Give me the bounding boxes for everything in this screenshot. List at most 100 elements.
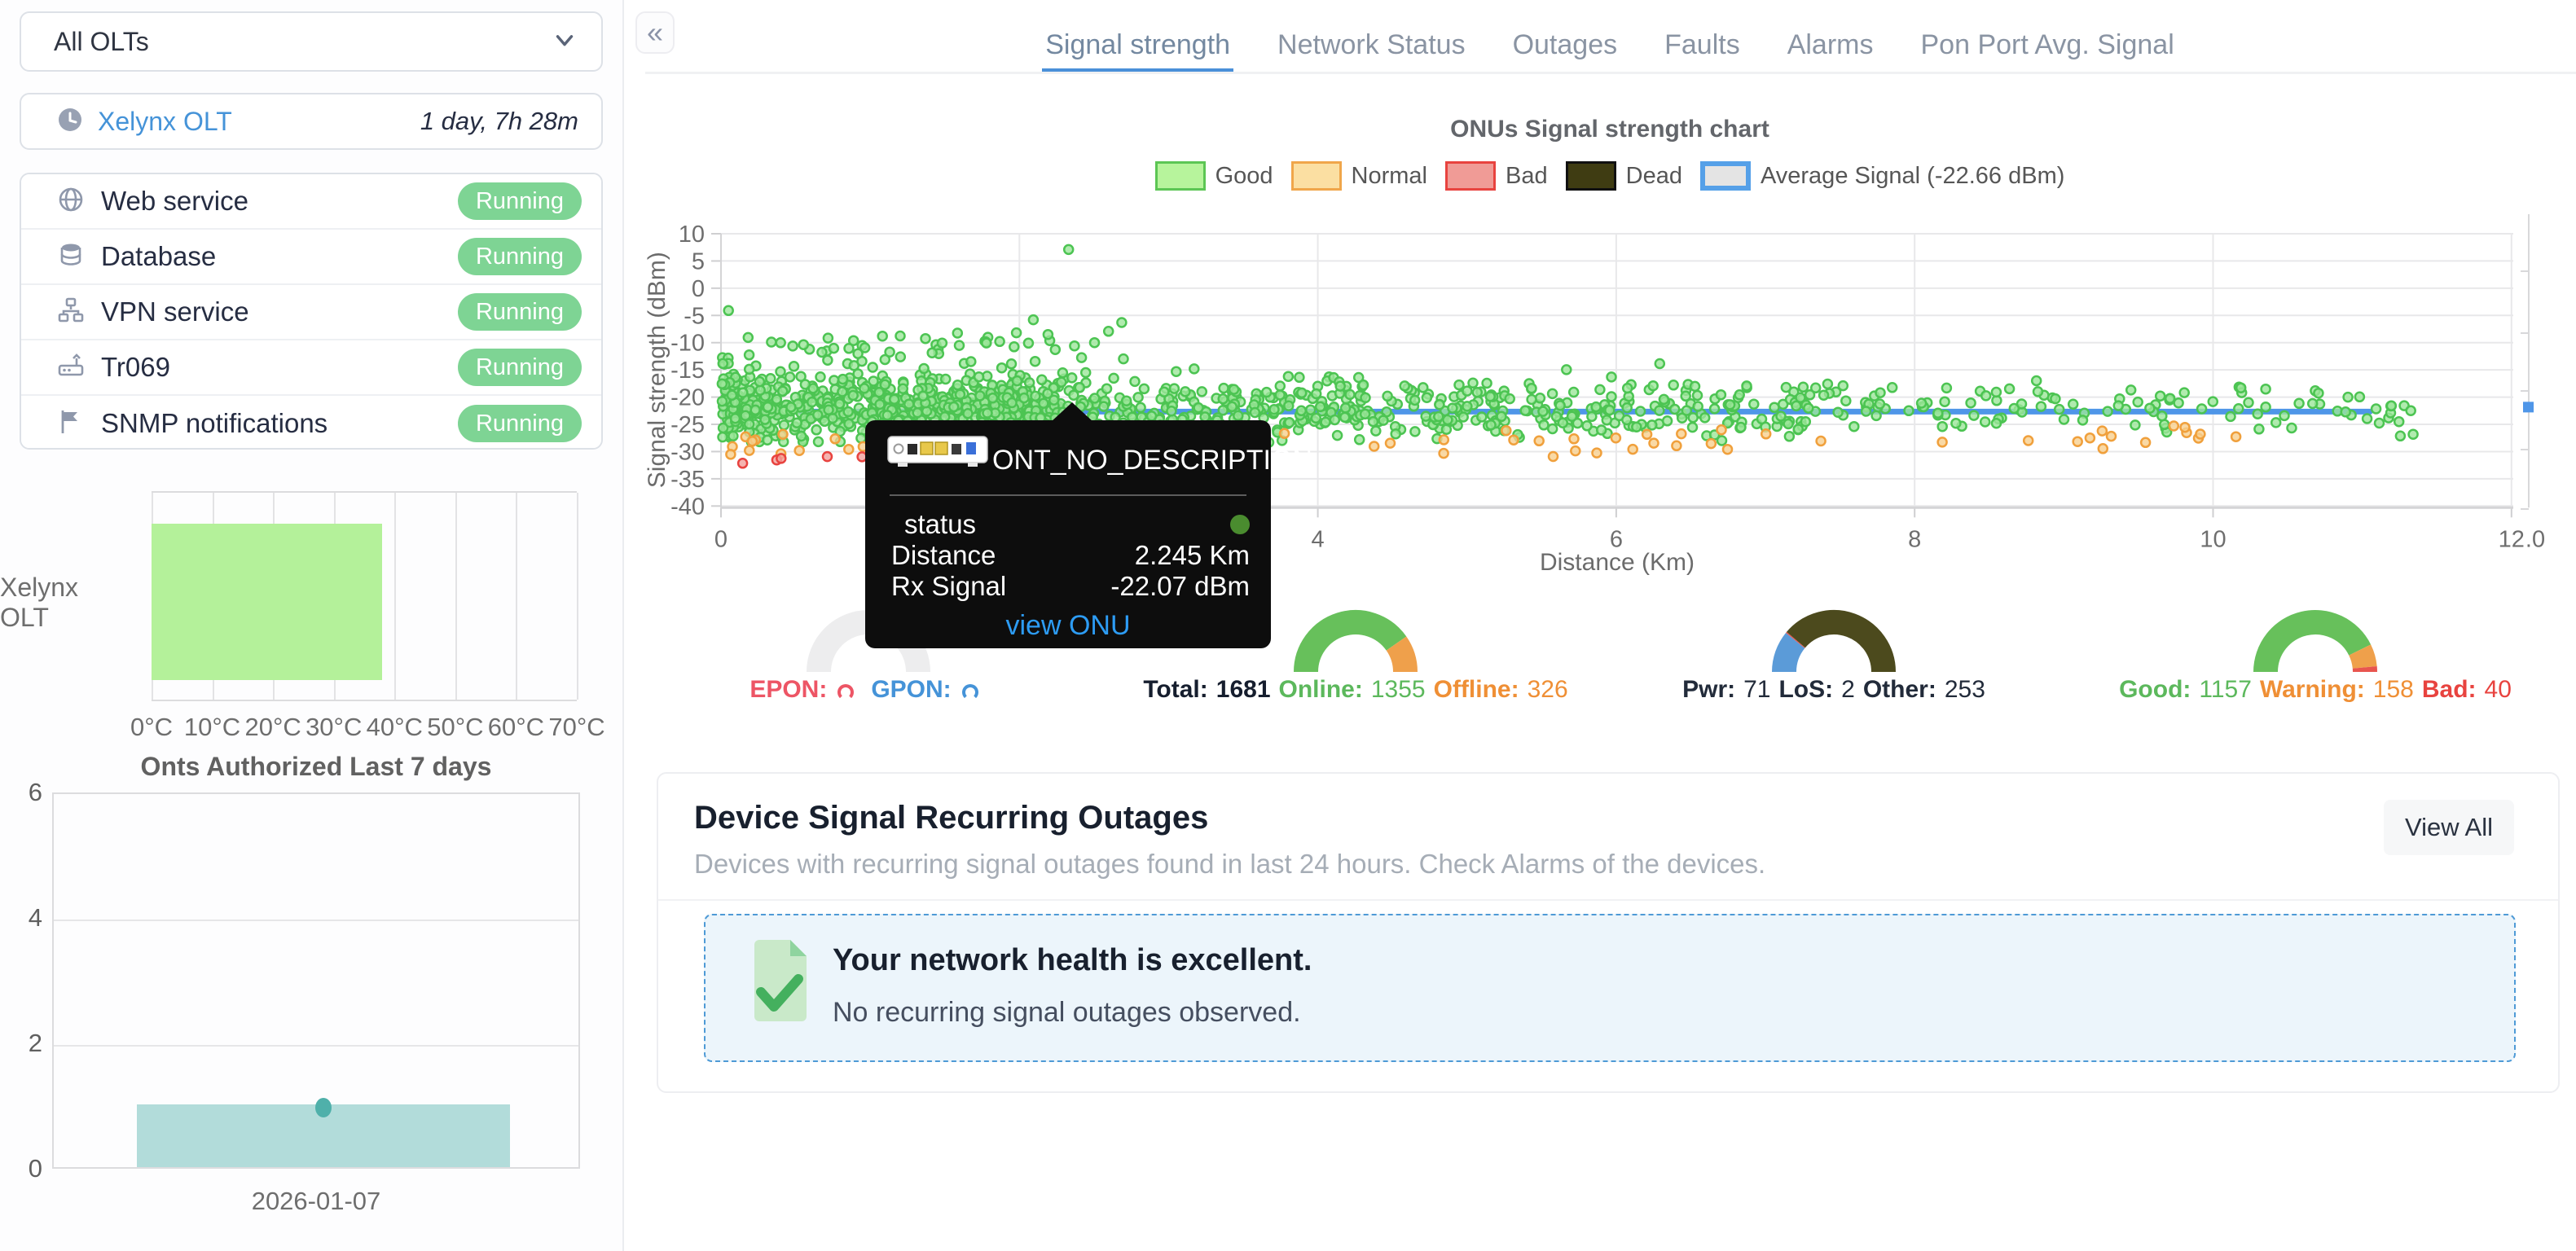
olt-name-link[interactable]: Xelynx OLT	[98, 107, 420, 137]
outages-section-title: Device Signal Recurring Outages	[694, 800, 1208, 836]
gauge-caption-part: 2	[1841, 676, 1855, 703]
onts-gridline	[54, 1045, 578, 1047]
onts-chart-title: Onts Authorized Last 7 days	[52, 752, 580, 782]
gauge-caption-part: Other:	[1863, 676, 1936, 703]
service-row-tr069: Tr069Running	[21, 340, 601, 396]
temp-gridline	[455, 493, 457, 700]
gauge-onu-totals	[1306, 622, 1405, 672]
onts-x-label: 2026-01-07	[52, 1187, 580, 1216]
tab-pon-port-avg-signal[interactable]: Pon Port Avg. Signal	[1921, 16, 2174, 73]
olt-select-dropdown[interactable]: All OLTs	[20, 11, 603, 72]
loading-spinner-icon	[962, 684, 978, 700]
service-row-web-service: Web serviceRunning	[21, 174, 601, 230]
scatter-x-tick: 10	[2200, 526, 2226, 552]
gauge-caption-part: Bad:	[2422, 676, 2477, 703]
recurring-outages-card: Device Signal Recurring Outages Devices …	[657, 772, 2560, 1093]
gauge-caption-part: 1681	[1216, 676, 1271, 703]
service-label: SNMP notifications	[101, 408, 458, 439]
legend-swatch	[1291, 161, 1342, 191]
legend-item[interactable]: Good	[1155, 161, 1273, 191]
tooltip-row-rx-signal: Rx Signal-22.07 dBm	[886, 571, 1250, 602]
legend-label: Average Signal (-22.66 dBm)	[1761, 163, 2064, 190]
legend-swatch	[1700, 161, 1751, 191]
tab-bar: Signal strength Network Status Outages Faul…	[644, 16, 2576, 73]
gauge-segment-Pwr	[1784, 640, 1796, 672]
scatter-y-tick: -10	[670, 331, 705, 357]
temp-gridline	[577, 493, 578, 700]
tooltip-row-label: status	[904, 509, 976, 540]
gauge-segment-Online	[1306, 622, 1396, 672]
temp-bar	[152, 524, 382, 680]
scatter-y-tick: 0	[692, 276, 705, 302]
clock-icon	[57, 107, 83, 137]
service-row-database: DatabaseRunning	[21, 230, 601, 285]
scatter-y-tick: 10	[679, 222, 705, 248]
onu-tooltip: ONT_NO_DESCRIPTION statusDistance2.245 K…	[865, 420, 1271, 648]
gauge-caption-part: Online:	[1279, 676, 1363, 703]
legend-label: Dead	[1626, 163, 1682, 190]
scatter-y-tick: -20	[670, 385, 705, 411]
temp-plot-area	[152, 491, 577, 701]
gauge-segment-Other	[1796, 622, 1884, 672]
scatter-y-tick: -30	[670, 439, 705, 465]
tab-network-status[interactable]: Network Status	[1277, 16, 1466, 73]
chevron-down-icon	[551, 26, 578, 58]
tab-alarms[interactable]: Alarms	[1787, 16, 1874, 73]
gauge-caption-part: Warning:	[2260, 676, 2365, 703]
legend-item[interactable]: Dead	[1566, 161, 1682, 191]
legend-label: Good	[1215, 163, 1273, 190]
scatter-x-tick: 0	[714, 526, 728, 552]
loading-spinner-icon	[837, 684, 854, 700]
service-status-badge: Running	[458, 182, 582, 220]
router-icon	[57, 352, 85, 384]
service-label: Tr069	[101, 352, 458, 383]
health-text: No recurring signal outages observed.	[833, 997, 1301, 1029]
gauge-caption-pon-loading: EPON:GPON:	[608, 676, 1129, 704]
gauge-offline-reasons	[1784, 622, 1884, 672]
database-icon	[57, 241, 85, 273]
onts-authorized-chart: Onts Authorized Last 7 days 6420 2026-01…	[0, 737, 624, 1226]
tooltip-row-status: status	[886, 509, 1250, 540]
scatter-y-axis-title: Signal strength (dBm)	[644, 252, 670, 488]
gauge-caption-part: GPON:	[871, 676, 951, 703]
onu-device-image	[886, 433, 992, 473]
tooltip-row-distance: Distance2.245 Km	[886, 540, 1250, 571]
scatter-x-axis-title: Distance (Km)	[1540, 549, 1695, 576]
onts-y-tick: 2	[7, 1029, 42, 1058]
scatter-y-tick: -5	[684, 303, 705, 329]
tooltip-row-label: Distance	[891, 540, 996, 571]
tooltip-onu-title: ONT_NO_DESCRIPTION	[992, 445, 1312, 476]
onts-y-tick: 4	[7, 903, 42, 933]
legend-item[interactable]: Average Signal (-22.66 dBm)	[1700, 161, 2064, 191]
tooltip-row-value: 2.245 Km	[996, 540, 1250, 571]
view-all-button[interactable]: View All	[2384, 800, 2514, 855]
tab-signal-strength[interactable]: Signal strength	[1045, 16, 1230, 73]
scatter-y-tick: -15	[670, 358, 705, 384]
scatter-y-tick: 5	[692, 248, 705, 274]
tooltip-row-label: Rx Signal	[891, 571, 1006, 602]
olt-select-value: All OLTs	[54, 27, 551, 57]
gauge-signal-quality	[2266, 622, 2365, 672]
gauge-caption-part: 253	[1945, 676, 1985, 703]
outages-header-divider	[658, 899, 2558, 901]
gauge-caption-offline-reasons: Pwr:71LoS:2Other:253	[1573, 676, 2095, 704]
next-panel-x-tick: .0	[2525, 526, 2545, 552]
scatter-points-good	[718, 245, 2418, 447]
service-label: Web service	[101, 186, 458, 217]
service-status-badge: Running	[458, 349, 582, 386]
olt-temperature-chart: Xelynx OLT 0°C10°C20°C30°C40°C50°C60°C70…	[0, 468, 624, 737]
service-status-badge: Running	[458, 238, 582, 275]
tab-outages[interactable]: Outages	[1513, 16, 1618, 73]
outages-section-subtitle: Devices with recurring signal outages fo…	[694, 849, 1765, 880]
gauge-caption-part: LoS:	[1778, 676, 1833, 703]
service-status-badge: Running	[458, 405, 582, 442]
legend-item[interactable]: Normal	[1291, 161, 1427, 191]
legend-item[interactable]: Bad	[1445, 161, 1548, 191]
gauge-caption-part: 40	[2485, 676, 2512, 703]
sidebar: All OLTs Xelynx OLT 1 day, 7h 28m Web se…	[0, 0, 624, 1251]
scatter-x-tick: 8	[1908, 526, 1921, 552]
gauge-caption-onu-totals: Total:1681Online:1355Offline:326	[1095, 676, 1616, 704]
view-onu-link[interactable]: view ONU	[886, 610, 1250, 642]
tab-faults[interactable]: Faults	[1664, 16, 1740, 73]
scatter-x-tick: 12	[2499, 526, 2525, 552]
